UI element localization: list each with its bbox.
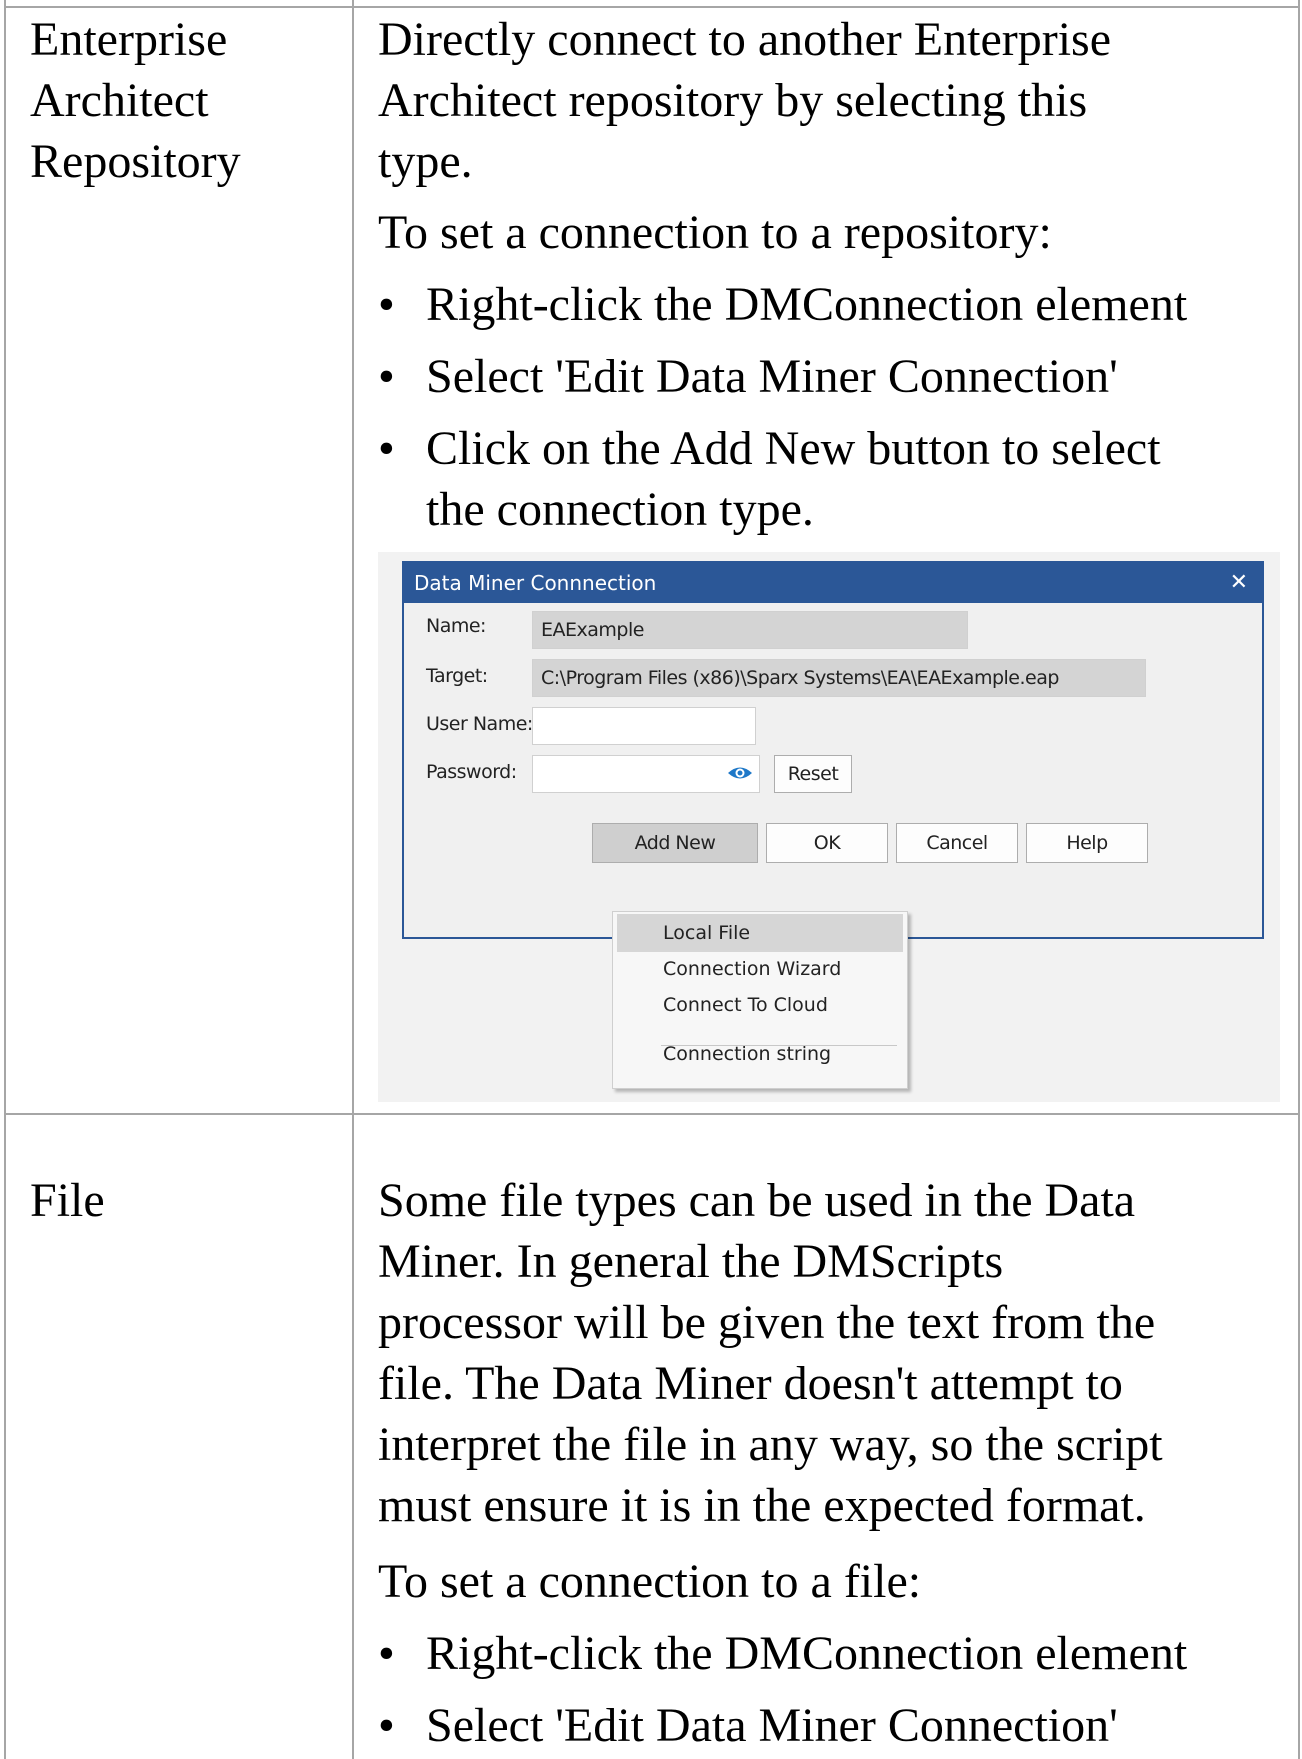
description-line: Architect repository by selecting this	[378, 74, 1088, 127]
dialog-body: Name: EAExample Target: C:\Program Files…	[404, 603, 1262, 937]
add-new-button[interactable]: Add New	[592, 823, 758, 863]
bullet-glyph: •	[378, 1627, 395, 1680]
password-label: Password:	[426, 761, 517, 783]
cancel-button[interactable]: Cancel	[896, 823, 1018, 863]
password-field[interactable]	[532, 755, 760, 793]
term-line: Enterprise	[30, 13, 228, 66]
description-line: type.	[378, 135, 473, 188]
menu-item-connection-string[interactable]: Connection string	[617, 1035, 903, 1073]
reset-button[interactable]: Reset	[774, 755, 852, 793]
dialog-screenshot: Data Miner Connnection ✕ Name: EAExample…	[378, 552, 1280, 1102]
eye-icon[interactable]	[727, 764, 753, 782]
help-button[interactable]: Help	[1026, 823, 1148, 863]
bullet-glyph: •	[378, 278, 395, 331]
target-label: Target:	[426, 665, 488, 687]
name-field[interactable]: EAExample	[532, 611, 968, 649]
term-line: Architect	[30, 74, 209, 127]
description-line: Miner. In general the DMScripts	[378, 1235, 1004, 1288]
file-description: Some file types can be used in the Data …	[378, 1170, 1163, 1536]
table-border-left	[4, 0, 6, 1759]
dialog-title-bar: Data Miner Connnection ✕	[404, 563, 1262, 603]
bullet-glyph: •	[378, 350, 395, 403]
term-line: Repository	[30, 135, 241, 188]
add-new-dropdown-menu: Local File Connection Wizard Connect To …	[612, 911, 908, 1089]
description-line: processor will be given the text from th…	[378, 1296, 1156, 1349]
menu-item-connect-to-cloud[interactable]: Connect To Cloud	[617, 986, 903, 1024]
bullet-glyph: •	[378, 1699, 395, 1752]
menu-item-connection-wizard[interactable]: Connection Wizard	[617, 950, 903, 988]
description-line: Some file types can be used in the Data	[378, 1174, 1136, 1227]
target-field[interactable]: C:\Program Files (x86)\Sparx Systems\EA\…	[532, 659, 1146, 697]
repository-instruction: To set a connection to a repository:	[378, 206, 1052, 259]
name-label: Name:	[426, 615, 486, 637]
bullet-glyph: •	[378, 422, 395, 475]
dialog-title: Data Miner Connnection	[414, 571, 657, 595]
description-line: file. The Data Miner doesn't attempt to	[378, 1357, 1123, 1410]
description-line: interpret the file in any way, so the sc…	[378, 1418, 1163, 1471]
row-divider	[4, 1113, 1300, 1115]
term-enterprise-architect-repository: Enterprise Architect Repository	[30, 9, 241, 192]
ok-button[interactable]: OK	[766, 823, 888, 863]
term-file: File	[30, 1174, 105, 1227]
table-border-right	[1298, 0, 1300, 1759]
menu-item-local-file[interactable]: Local File	[617, 914, 903, 952]
data-miner-connection-dialog: Data Miner Connnection ✕ Name: EAExample…	[402, 561, 1264, 939]
username-label: User Name:	[426, 713, 533, 735]
column-divider	[352, 0, 354, 1759]
file-instruction: To set a connection to a file:	[378, 1555, 922, 1608]
description-line: must ensure it is in the expected format…	[378, 1479, 1146, 1532]
username-field[interactable]	[532, 707, 756, 745]
description-line: Directly connect to another Enterprise	[378, 13, 1112, 66]
repository-description: Directly connect to another Enterprise A…	[378, 9, 1111, 192]
table-border-top	[4, 6, 1300, 8]
close-icon[interactable]: ✕	[1230, 563, 1248, 603]
definition-table: Enterprise Architect Repository Directly…	[0, 0, 1302, 1759]
